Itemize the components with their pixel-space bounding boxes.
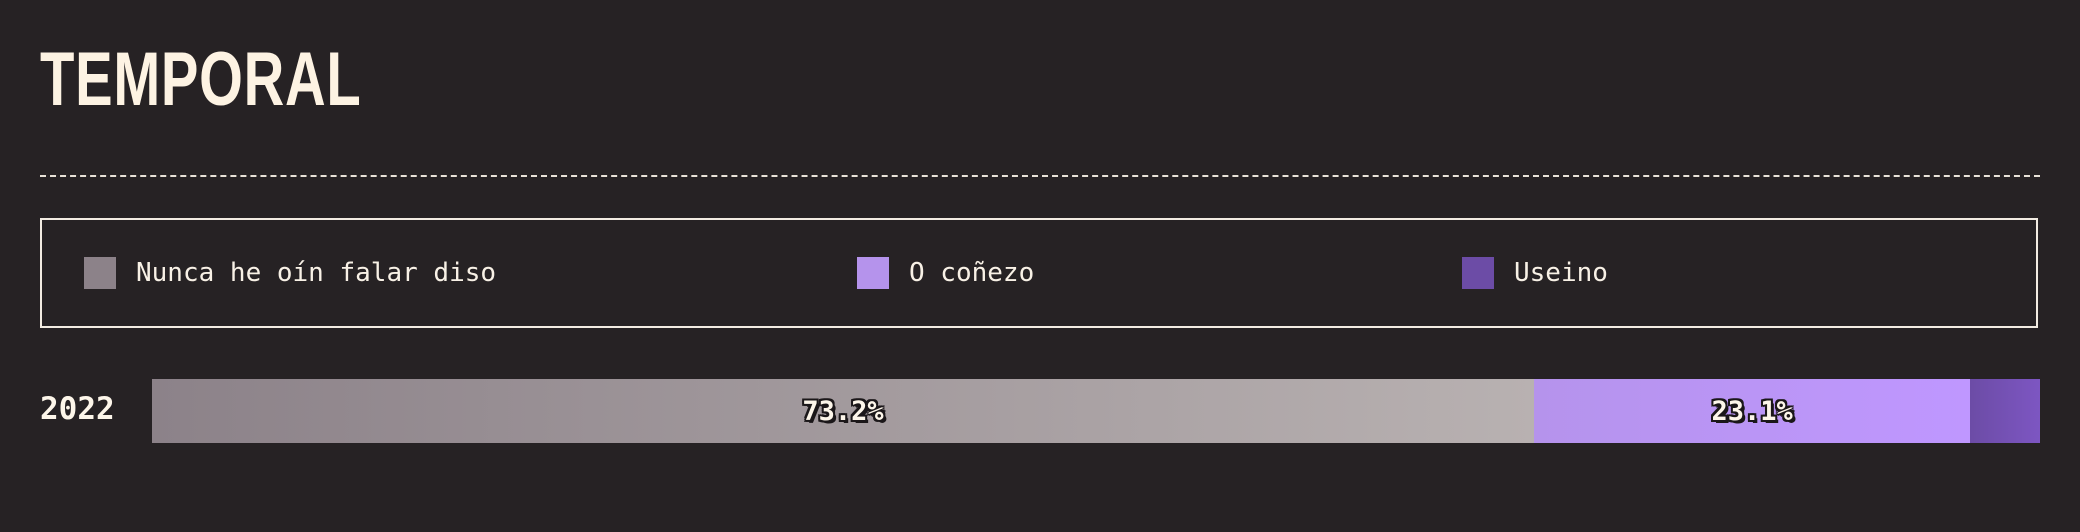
legend-label-used-it: Useino: [1514, 258, 1608, 288]
page-title: TEMPORAL: [40, 37, 362, 122]
legend: Nunca he oín falar diso O coñezo Useino: [40, 218, 2038, 328]
legend-item-know-it: O coñezo: [857, 220, 1034, 326]
data-label-never-heard: 73.2%: [802, 395, 884, 427]
category-label-2022: 2022: [40, 391, 115, 427]
legend-item-used-it: Useino: [1462, 220, 1608, 326]
bar-segment-used-it: [1970, 379, 2040, 443]
data-label-know-it: 23.1%: [1711, 395, 1793, 427]
stacked-bar-2022: 73.2% 23.1%: [152, 379, 2040, 443]
legend-label-never-heard: Nunca he oín falar diso: [136, 258, 497, 288]
legend-swatch-know-it: [857, 257, 889, 289]
bar-segment-never-heard: 73.2%: [152, 379, 1535, 443]
legend-item-never-heard: Nunca he oín falar diso: [84, 220, 496, 326]
legend-label-know-it: O coñezo: [909, 258, 1035, 288]
legend-swatch-never-heard: [84, 257, 116, 289]
bar-segment-know-it: 23.1%: [1534, 379, 1971, 443]
legend-swatch-used-it: [1462, 257, 1494, 289]
dashed-divider: [40, 175, 2040, 177]
